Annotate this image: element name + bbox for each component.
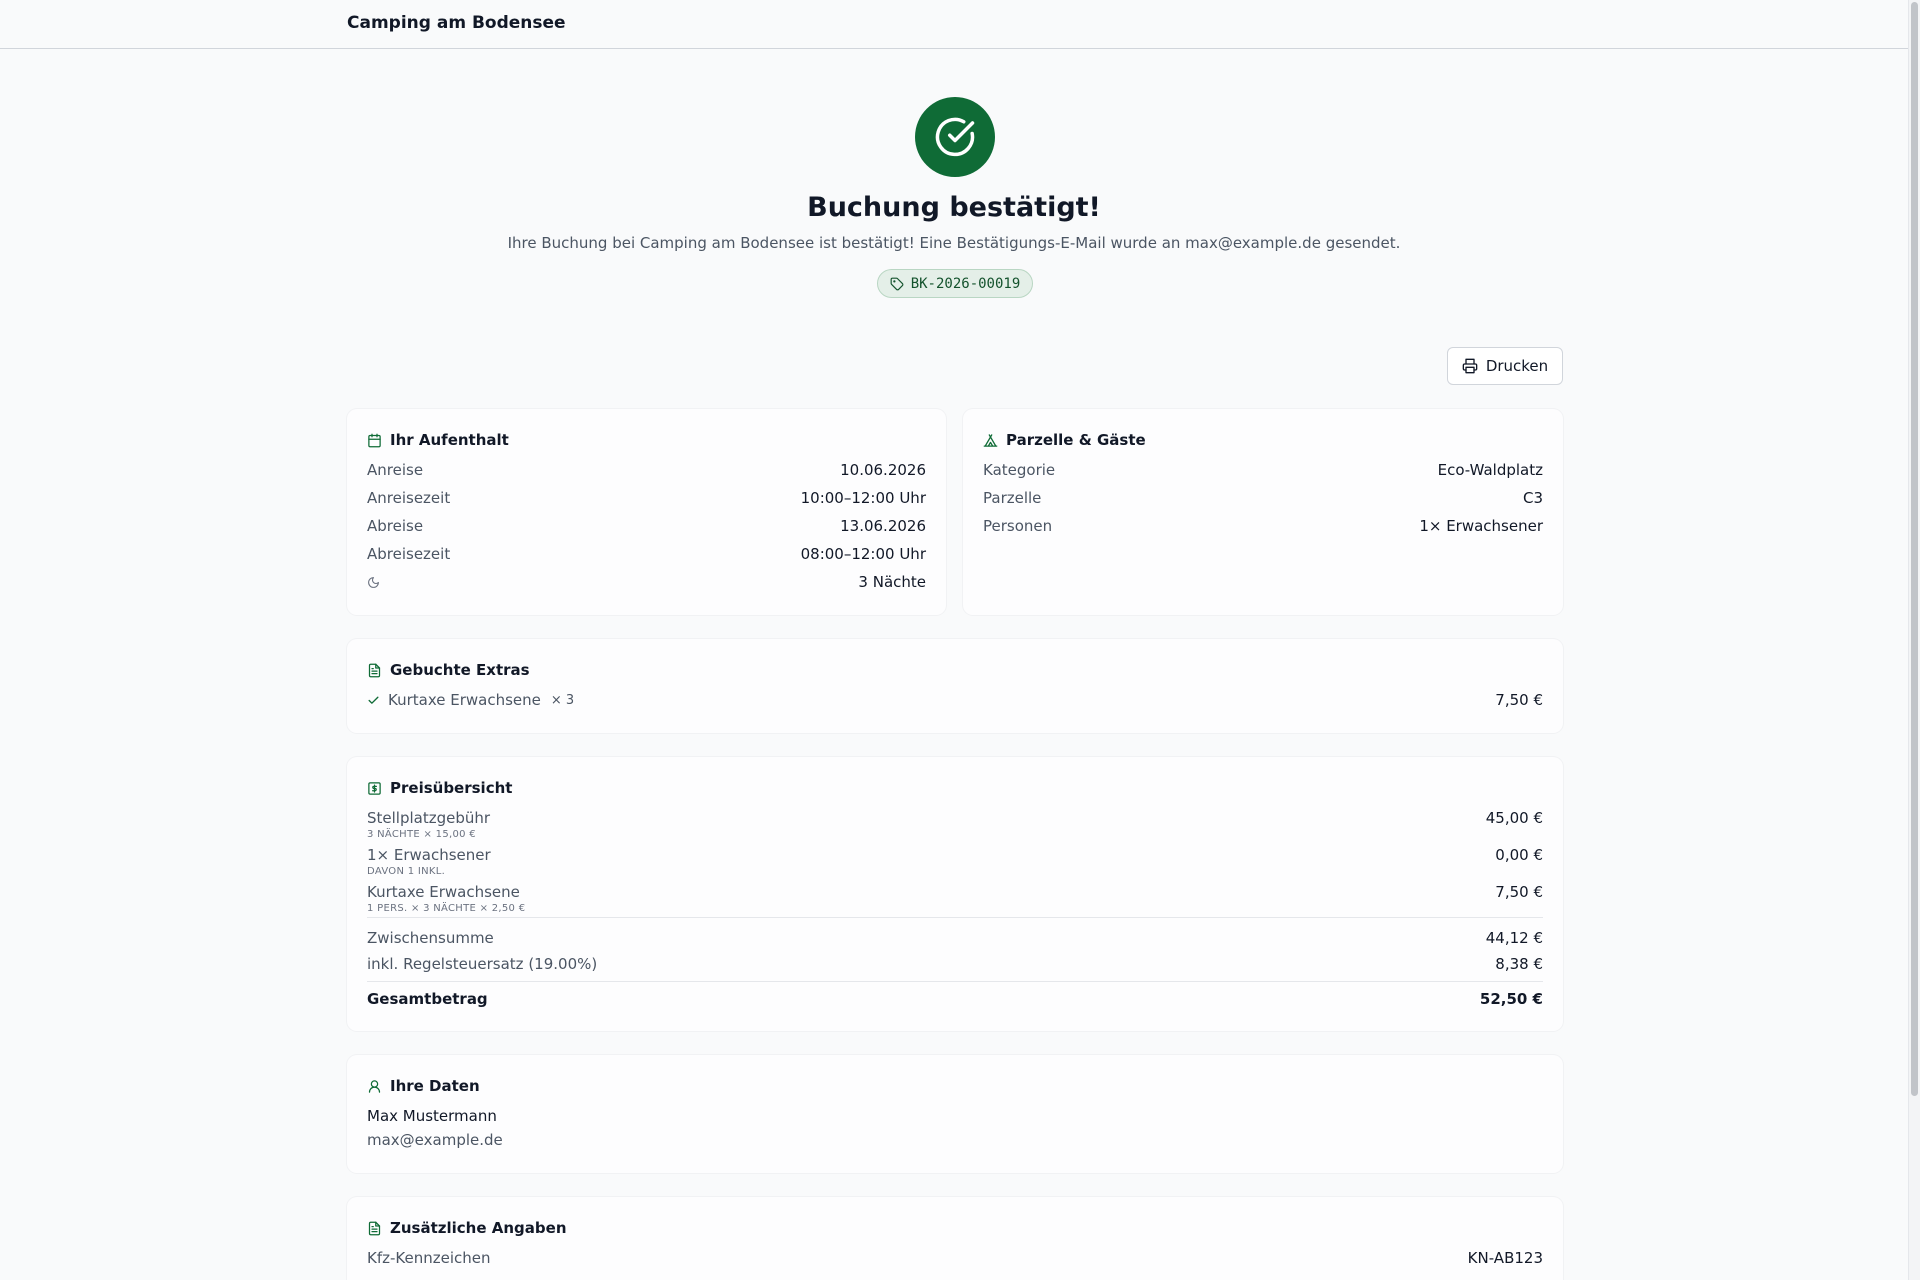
stay-card: Ihr Aufenthalt Anreise 10.06.2026 Anreis… (347, 409, 946, 615)
pitch-card: Parzelle & Gäste Kategorie Eco-Waldplatz… (963, 409, 1563, 615)
total-label: Gesamtbetrag (367, 990, 488, 1008)
row-value: 13.06.2026 (840, 517, 926, 535)
stay-row-departure: Abreise 13.06.2026 (367, 517, 926, 535)
row-label: Anreise (367, 461, 424, 479)
price-line-pitch: Stellplatzgebühr 45,00 € (367, 809, 1543, 827)
pricing-card-title: Preisübersicht (390, 779, 513, 797)
stay-row-nights: 3 Nächte (367, 573, 926, 591)
customer-email-row: max@example.de (367, 1131, 1543, 1149)
row-label: Abreise (367, 517, 424, 535)
price-line-amount: 0,00 € (1495, 846, 1543, 864)
additional-card-title: Zusätzliche Angaben (390, 1219, 567, 1237)
price-line-label: Kurtaxe Erwachsene (367, 883, 520, 901)
scrollbar[interactable] (1908, 0, 1920, 1280)
tag-icon (890, 277, 904, 290)
subtotal-row: Zwischensumme 44,12 € (367, 929, 1543, 947)
scrollbar-thumb[interactable] (1911, 2, 1918, 1096)
customer-name: Max Mustermann (367, 1107, 497, 1125)
row-label: Abreisezeit (367, 545, 451, 563)
printer-icon (1462, 358, 1478, 374)
pitch-row-persons: Personen 1× Erwachsener (983, 517, 1543, 535)
tax-row: inkl. Regelsteuersatz (19.00%) 8,38 € (367, 955, 1543, 973)
print-button[interactable]: Drucken (1447, 347, 1563, 385)
tax-label: inkl. Regelsteuersatz (19.00%) (367, 955, 598, 973)
tax-value: 8,38 € (1495, 955, 1543, 973)
booking-reference-badge: BK-2026-00019 (877, 269, 1033, 298)
document-icon (368, 1221, 381, 1235)
row-value: 1× Erwachsener (1419, 517, 1543, 535)
row-value: C3 (1522, 489, 1543, 507)
pitch-card-header: Parzelle & Gäste (983, 431, 1146, 449)
price-line-amount: 45,00 € (1485, 809, 1543, 827)
extras-card: Gebuchte Extras Kurtaxe Erwachsene × 3 7… (347, 639, 1563, 733)
stay-row-departure-time: Abreisezeit 08:00–12:00 Uhr (367, 545, 926, 563)
check-icon (368, 696, 379, 704)
price-line-adults: 1× Erwachsener 0,00 € (367, 846, 1543, 864)
extras-item-qty: × 3 (550, 692, 575, 708)
additional-card: Zusätzliche Angaben Kfz-Kennzeichen KN-A… (347, 1197, 1563, 1280)
extras-card-title: Gebuchte Extras (390, 661, 530, 679)
pricing-card-header: Preisübersicht (367, 779, 512, 797)
extras-item-name-group: Kurtaxe Erwachsene × 3 (367, 691, 574, 709)
customer-card-title: Ihre Daten (390, 1077, 480, 1095)
confirmation-message: Ihre Buchung bei Camping am Bodensee ist… (507, 234, 1401, 252)
customer-card: Ihre Daten Max Mustermann max@example.de (347, 1055, 1563, 1173)
calendar-icon (368, 433, 381, 447)
price-line-label: Stellplatzgebühr (367, 809, 491, 827)
customer-email: max@example.de (367, 1131, 503, 1149)
extras-item: Kurtaxe Erwachsene × 3 7,50 € (367, 691, 1543, 709)
extras-item-price: 7,50 € (1495, 691, 1543, 709)
price-line-detail: 3 Nächte × 15,00 € (367, 829, 476, 840)
row-label: Kfz-Kennzeichen (367, 1249, 491, 1267)
price-line-tax-fee: Kurtaxe Erwachsene 7,50 € (367, 883, 1543, 901)
pitch-row-category: Kategorie Eco-Waldplatz (983, 461, 1543, 479)
user-icon (368, 1079, 381, 1093)
row-value: Eco-Waldplatz (1437, 461, 1543, 479)
price-line-detail: 1 Pers. × 3 Nächte × 2,50 € (367, 903, 526, 914)
row-label: Parzelle (983, 489, 1042, 507)
subtotal-label: Zwischensumme (367, 929, 494, 947)
page-title: Buchung bestätigt! (807, 192, 1101, 223)
pricing-card: Preisübersicht Stellplatzgebühr 45,00 € … (347, 757, 1563, 1031)
total-row: Gesamtbetrag 52,50 € (367, 990, 1543, 1008)
stay-row-arrival-time: Anreisezeit 10:00–12:00 Uhr (367, 489, 926, 507)
top-bar: Camping am Bodensee (0, 0, 1908, 49)
pitch-card-title: Parzelle & Gäste (1006, 431, 1146, 449)
row-label: Anreisezeit (367, 489, 451, 507)
stay-card-title: Ihr Aufenthalt (390, 431, 509, 449)
row-value: 10:00–12:00 Uhr (800, 489, 926, 507)
tent-icon (983, 433, 998, 447)
price-line-detail: davon 1 inkl. (367, 866, 446, 877)
receipt-icon (368, 781, 381, 795)
extras-item-name: Kurtaxe Erwachsene (388, 691, 541, 709)
print-button-label: Drucken (1485, 357, 1549, 375)
customer-name-row: Max Mustermann (367, 1107, 1543, 1125)
nights-count: 3 Nächte (858, 573, 926, 591)
additional-card-header: Zusätzliche Angaben (367, 1219, 567, 1237)
license-plate-row: Kfz-Kennzeichen KN-AB123 (367, 1249, 1543, 1267)
total-value: 52,50 € (1479, 990, 1543, 1008)
moon-icon (368, 576, 379, 588)
divider (367, 917, 1543, 918)
row-value: KN-AB123 (1467, 1249, 1543, 1267)
pitch-row-plot: Parzelle C3 (983, 489, 1543, 507)
row-label: Kategorie (983, 461, 1056, 479)
stay-card-header: Ihr Aufenthalt (367, 431, 509, 449)
divider (367, 981, 1543, 982)
customer-card-header: Ihre Daten (367, 1077, 480, 1095)
row-label: Personen (983, 517, 1053, 535)
extras-card-header: Gebuchte Extras (367, 661, 530, 679)
document-icon (368, 663, 381, 677)
booking-reference: BK-2026-00019 (910, 275, 1021, 292)
app-title[interactable]: Camping am Bodensee (347, 13, 566, 33)
row-value: 08:00–12:00 Uhr (800, 545, 926, 563)
stay-row-arrival: Anreise 10.06.2026 (367, 461, 926, 479)
row-value: 10.06.2026 (840, 461, 926, 479)
subtotal-value: 44,12 € (1485, 929, 1543, 947)
check-circle-icon (915, 97, 995, 177)
price-line-amount: 7,50 € (1495, 883, 1543, 901)
price-line-label: 1× Erwachsener (367, 846, 491, 864)
